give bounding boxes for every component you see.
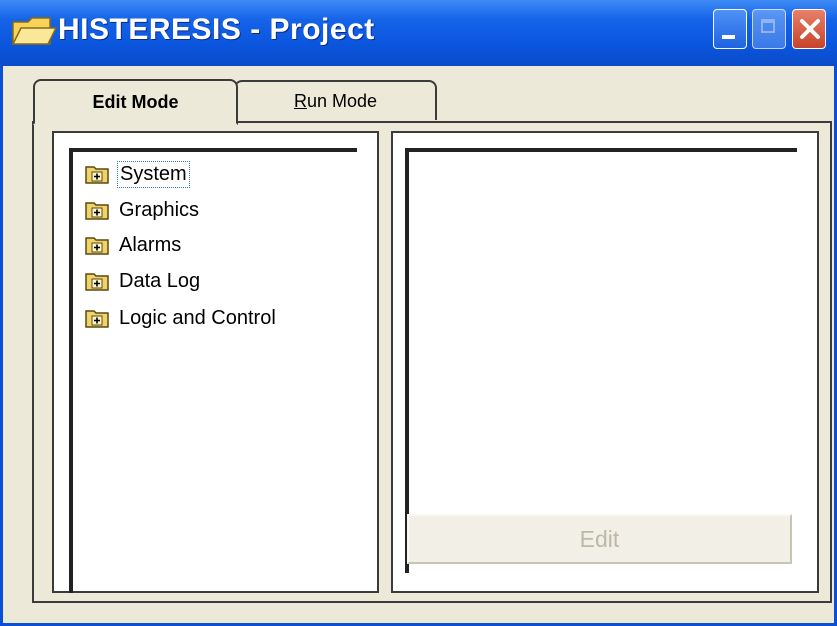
folder-plus-icon [85,237,109,255]
tree-item-label: Graphics [119,198,200,221]
tab-run-mode[interactable]: Run Mode [234,80,437,120]
tree-item-graphics[interactable]: Graphics [85,196,201,224]
tree-item-logic-and-control[interactable]: Logic and Control [85,304,278,332]
tree-item-system[interactable]: System [85,160,190,188]
tab-edit-mode[interactable]: Edit Mode [33,79,238,125]
folder-plus-icon [85,202,109,220]
close-button[interactable] [792,9,826,49]
close-icon [800,19,820,39]
window-title: HISTERESIS - Project [58,13,375,46]
open-folder-icon [11,17,58,45]
folder-plus-icon [85,310,109,328]
folder-plus-icon [85,166,109,184]
tree-item-label: Logic and Control [119,306,276,329]
tree-item-data-log[interactable]: Data Log [85,267,202,295]
tree-item-label: Alarms [119,233,182,256]
minimize-button[interactable] [713,9,747,49]
edit-button[interactable]: Edit [407,514,792,564]
tab-run-mode-label: Run Mode [293,90,378,111]
tab-edit-mode-label: Edit Mode [92,91,179,112]
tree-item-label: System [117,160,190,188]
folder-plus-icon [85,273,109,291]
properties-view [405,148,797,573]
tree-item-alarms[interactable]: Alarms [85,231,183,259]
title-bar[interactable]: HISTERESIS - Project [0,0,837,66]
tree-item-label: Data Log [119,269,201,292]
maximize-button[interactable] [752,9,786,49]
project-window: HISTERESIS - Project Edit Mode Run Mode … [0,0,837,626]
